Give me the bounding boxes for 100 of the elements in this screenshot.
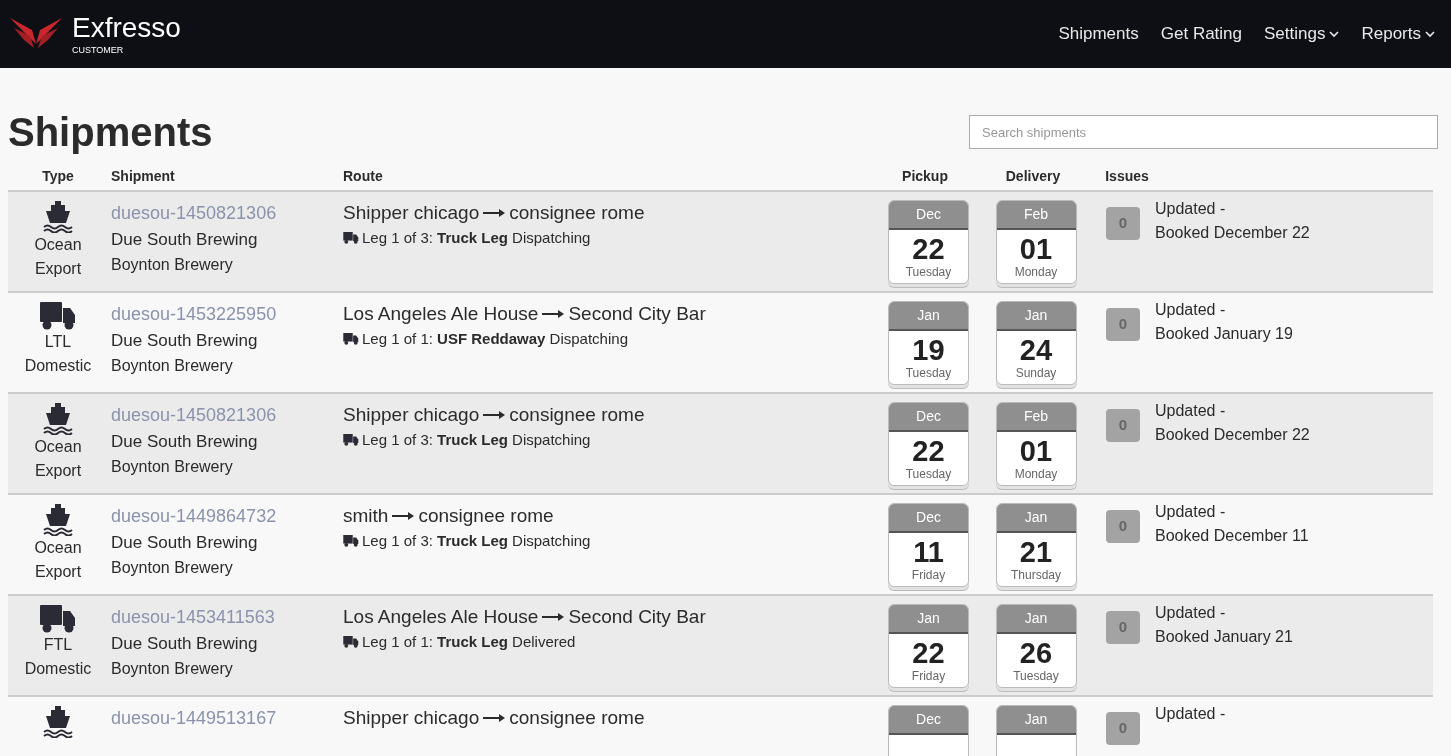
shipment-type: Ocean — [34, 235, 82, 255]
nav-link[interactable]: Shipments — [1058, 21, 1139, 47]
updated-label: Updated - — [1155, 502, 1227, 522]
column-header: Delivery — [1004, 166, 1062, 186]
route-origin: Shipper chicago — [343, 706, 480, 730]
shipment-type: Domestic — [24, 356, 92, 376]
calendar-weekday: Monday — [1014, 266, 1058, 278]
leg-status: Leg 1 of 3: Truck Leg Dispatching — [362, 430, 591, 450]
truck-icon — [343, 535, 359, 547]
calendar-day: 01 — [1019, 434, 1053, 468]
arrow-right-icon — [542, 612, 565, 622]
ship-icon — [43, 403, 73, 435]
location-name: Boynton Brewery — [111, 558, 233, 578]
calendar-weekday: Tuesday — [905, 468, 952, 480]
shipment-type: Domestic — [24, 659, 92, 679]
column-header: Route — [342, 166, 384, 186]
booked-date: Booked January 19 — [1155, 324, 1293, 344]
route-origin: Shipper chicago — [343, 201, 480, 225]
truck-icon — [343, 434, 359, 446]
shipment-link[interactable]: duesou-1449864732 — [111, 504, 277, 528]
calendar-weekday: Thursday — [1011, 569, 1061, 581]
shipment-type: Export — [34, 562, 82, 582]
calendar-day: 19 — [912, 333, 945, 367]
calendar-weekday: Monday — [1014, 468, 1058, 480]
calendar-day: 21 — [1019, 535, 1053, 569]
location-name: Boynton Brewery — [111, 659, 233, 679]
calendar-day: 26 — [1019, 636, 1053, 670]
calendar-month: Dec — [916, 407, 941, 426]
location-name: Boynton Brewery — [111, 356, 233, 376]
shipment-link[interactable]: duesou-1453225950 — [111, 302, 277, 326]
calendar-day: 11 — [913, 535, 944, 569]
leg-status: Leg 1 of 3: Truck Leg Dispatching — [362, 228, 591, 248]
shipment-link[interactable]: duesou-1450821306 — [111, 201, 277, 225]
brand-subtitle: CUSTOMER — [72, 45, 125, 55]
location-name: Boynton Brewery — [111, 457, 233, 477]
calendar-day: 22 — [912, 636, 945, 670]
route-origin: smith — [343, 504, 389, 528]
shipment-type: LTL — [44, 332, 72, 352]
calendar-month: Jan — [917, 609, 940, 628]
shipment-link[interactable]: duesou-1449513167 — [111, 706, 277, 730]
location-name: Boynton Brewery — [111, 255, 233, 275]
route-destination: consignee rome — [509, 706, 645, 730]
issues-count: 0 — [1106, 510, 1140, 543]
calendar-weekday: Tuesday — [1013, 670, 1059, 682]
calendar-day: 24 — [1019, 333, 1053, 367]
calendar-weekday: Tuesday — [905, 266, 952, 278]
calendar-day: 22 — [912, 232, 945, 266]
shipment-type: Export — [34, 461, 82, 481]
calendar-weekday: Friday — [911, 569, 946, 581]
column-header: Type — [41, 166, 75, 186]
arrow-right-icon — [483, 410, 506, 420]
shipment-link[interactable]: duesou-1450821306 — [111, 403, 277, 427]
leg-status: Leg 1 of 1: USF Reddaway Dispatching — [362, 329, 628, 349]
arrow-right-icon — [483, 713, 506, 723]
nav-link[interactable]: Reports — [1361, 21, 1435, 47]
column-header: Issues — [1104, 166, 1150, 186]
nav-link[interactable]: Get Rating — [1160, 21, 1243, 47]
ship-icon — [43, 504, 73, 536]
arrow-right-icon — [483, 208, 506, 218]
ship-icon — [43, 706, 73, 738]
arrow-right-icon — [392, 511, 415, 521]
calendar-weekday: Friday — [911, 670, 946, 682]
updated-label: Updated - — [1155, 704, 1226, 724]
calendar-month: Jan — [1024, 508, 1048, 527]
booked-date: Booked December 11 — [1155, 526, 1309, 546]
calendar-month: Dec — [916, 710, 941, 729]
booked-date: Booked December 22 — [1155, 223, 1310, 243]
calendar-month: Jan — [917, 306, 940, 325]
route-destination: Second City Bar — [568, 302, 706, 326]
calendar-month: Feb — [1023, 205, 1049, 224]
updated-label: Updated - — [1155, 199, 1227, 219]
truck-icon — [40, 605, 76, 633]
customer-name: Due South Brewing — [111, 229, 258, 251]
shipment-link[interactable]: duesou-1453411563 — [111, 605, 275, 629]
calendar-weekday: Tuesday — [905, 367, 952, 379]
route-origin: Shipper chicago — [343, 403, 480, 427]
calendar-day: 01 — [1019, 232, 1053, 266]
leg-status: Leg 1 of 1: Truck Leg Delivered — [362, 632, 576, 652]
issues-count: 0 — [1106, 611, 1140, 644]
route-origin: Los Angeles Ale House — [343, 302, 539, 326]
calendar-day: 22 — [912, 434, 945, 468]
customer-name: Due South Brewing — [111, 330, 258, 352]
calendar-month: Feb — [1023, 407, 1049, 426]
updated-label: Updated - — [1155, 401, 1227, 421]
calendar-month: Jan — [1024, 710, 1048, 729]
calendar-month: Dec — [916, 508, 941, 527]
customer-name: Due South Brewing — [111, 633, 258, 655]
route-destination: consignee rome — [418, 504, 554, 528]
calendar-month: Dec — [916, 205, 941, 224]
booked-date: Booked December 22 — [1155, 425, 1310, 445]
booked-date: Booked January 21 — [1155, 627, 1293, 647]
column-header: Pickup — [901, 166, 949, 186]
truck-icon — [343, 636, 359, 648]
customer-name: Due South Brewing — [111, 532, 258, 554]
search-field[interactable]: Search shipments — [969, 115, 1438, 149]
nav-link[interactable]: Settings — [1264, 21, 1340, 47]
issues-count: 0 — [1106, 308, 1140, 341]
updated-label: Updated - — [1155, 300, 1227, 320]
route-origin: Los Angeles Ale House — [343, 605, 539, 629]
leg-status: Leg 1 of 3: Truck Leg Dispatching — [362, 531, 591, 551]
